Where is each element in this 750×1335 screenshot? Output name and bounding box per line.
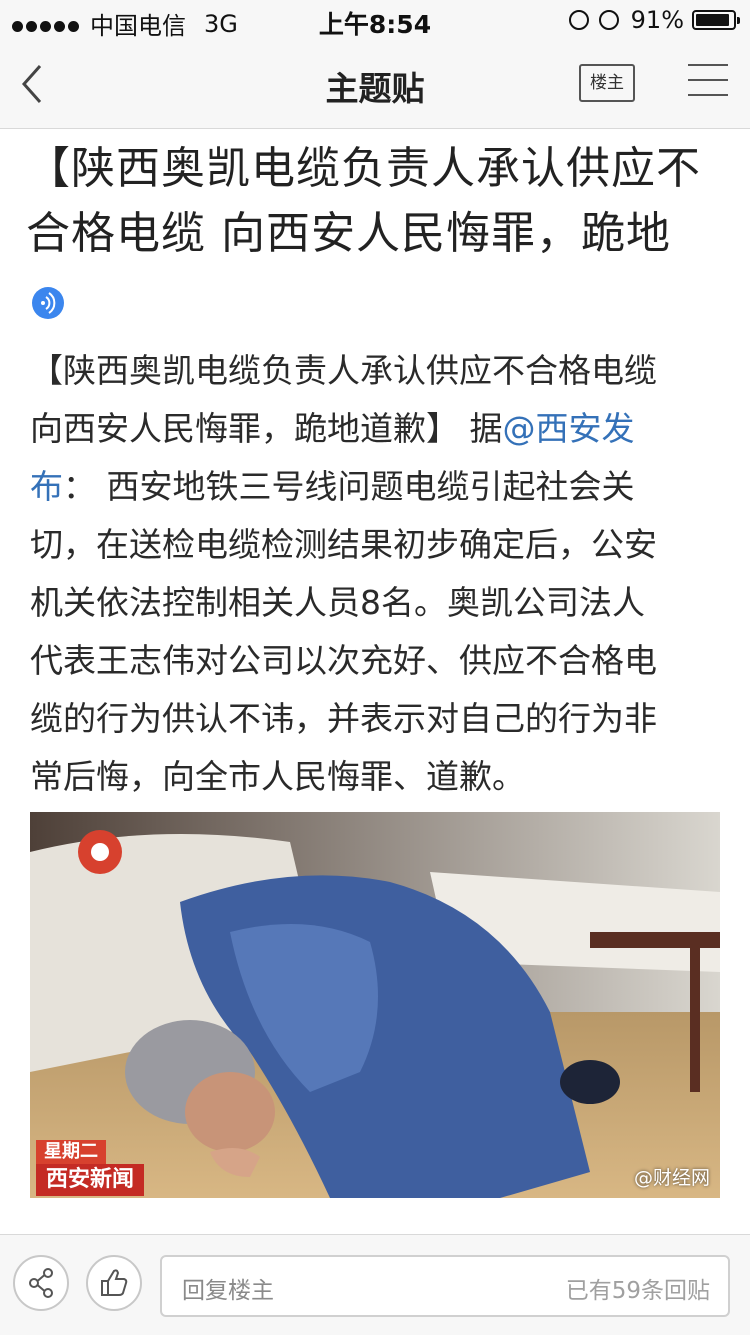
post-body: 【陕西奥凯电缆负责人承认供应不合格电缆 向西安人民悔罪，跪地道歉】 据@西安发 … (30, 342, 720, 806)
tv-caption-weekday: 星期二 (36, 1140, 106, 1164)
body-line: 布： 西安地铁三号线问题电缆引起社会关 (30, 467, 635, 506)
body-line: 机关依法控制相关人员8名。奥凯公司法人 (30, 583, 645, 622)
bottom-bar: 回复楼主 已有59条回贴 (0, 1234, 750, 1335)
battery-icon (692, 10, 740, 30)
battery-tip (737, 17, 740, 24)
mention-link-continued[interactable]: 布 (30, 467, 63, 506)
reply-input[interactable]: 回复楼主 已有59条回贴 (160, 1255, 730, 1317)
rotation-lock-icon (568, 10, 589, 30)
body-line: 常后悔，向全市人民悔罪、道歉。 (30, 757, 525, 796)
body-line: 缆的行为供认不讳，并表示对自己的行为非 (30, 699, 657, 738)
reply-count: 已有59条回贴 (565, 1278, 710, 1304)
battery-percentage: 91% (630, 6, 684, 34)
op-only-button[interactable]: 楼主 (579, 64, 635, 102)
body-line: 向西安人民悔罪，跪地道歉】 据@西安发 (30, 409, 635, 448)
post-image[interactable]: 星期二 西安新闻 @财经网 (30, 812, 720, 1198)
image-watermark: @财经网 (633, 1167, 710, 1189)
hamburger-menu-icon (688, 64, 728, 66)
share-button[interactable] (13, 1255, 69, 1311)
status-right: 91% (559, 6, 740, 34)
alarm-icon (598, 10, 619, 30)
body-line: 切，在送检电缆检测结果初步确定后，公安 (30, 525, 657, 564)
reply-placeholder: 回复楼主 (182, 1278, 274, 1304)
menu-button[interactable] (688, 64, 728, 104)
thumbs-up-icon (101, 1269, 128, 1296)
post-title: 【陕西奥凯电缆负责人承认供应不 合格电缆 向西安人民悔罪，跪地 (26, 143, 701, 259)
battery-fill (696, 14, 729, 26)
mention-link[interactable]: @西安发 (503, 409, 635, 448)
tv-caption-program: 西安新闻 (36, 1164, 145, 1196)
page-title: 主题贴 (325, 69, 425, 108)
audio-speaker-icon[interactable] (32, 287, 64, 319)
body-line: 【陕西奥凯电缆负责人承认供应不合格电缆 (30, 351, 657, 390)
share-icon (29, 1268, 53, 1298)
body-line: 代表王志伟对公司以次充好、供应不合格电 (30, 641, 657, 680)
news-photo (30, 812, 720, 1198)
like-button[interactable] (86, 1255, 142, 1311)
nav-bar: 主题贴 楼主 (0, 40, 750, 129)
status-bar: 中国电信 3G 上午8:54 91% (0, 0, 750, 40)
